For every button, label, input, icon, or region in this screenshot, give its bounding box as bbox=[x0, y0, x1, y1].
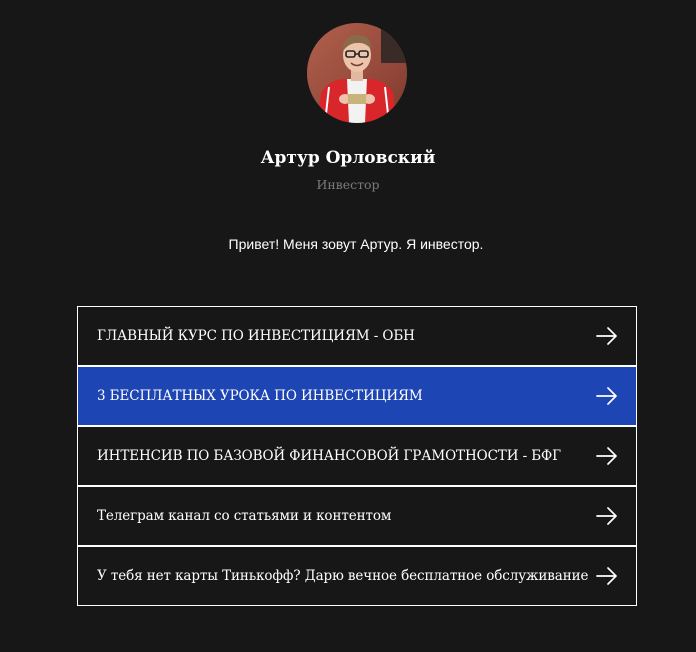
avatar bbox=[307, 23, 407, 123]
profile-name: Артур Орловский bbox=[260, 148, 436, 168]
profile-bio: Привет! Меня зовут Артур. Я инвестор. bbox=[228, 236, 484, 252]
link-label: ГЛАВНЫЙ КУРС ПО ИНВЕСТИЦИЯМ - ОБН bbox=[97, 328, 415, 344]
profile-role: Инвестор bbox=[316, 177, 380, 192]
link-main-course[interactable]: ГЛАВНЫЙ КУРС ПО ИНВЕСТИЦИЯМ - ОБН bbox=[77, 306, 637, 366]
arrow-right-icon bbox=[596, 447, 617, 465]
profile-page: Артур Орловский Инвестор Привет! Меня зо… bbox=[0, 0, 696, 652]
arrow-right-icon bbox=[596, 327, 617, 345]
link-label: ИНТЕНСИВ ПО БАЗОВОЙ ФИНАНСОВОЙ ГРАМОТНОС… bbox=[97, 448, 561, 464]
link-label: У тебя нет карты Тинькофф? Дарю вечное б… bbox=[97, 568, 589, 584]
link-telegram-channel[interactable]: Телеграм канал со статьями и контентом bbox=[77, 486, 637, 546]
links-list: ГЛАВНЫЙ КУРС ПО ИНВЕСТИЦИЯМ - ОБН 3 БЕСП… bbox=[77, 306, 637, 606]
arrow-right-icon bbox=[596, 507, 617, 525]
arrow-right-icon bbox=[596, 387, 617, 405]
arrow-right-icon bbox=[596, 567, 617, 585]
link-label: 3 БЕСПЛАТНЫХ УРОКА ПО ИНВЕСТИЦИЯМ bbox=[97, 388, 423, 404]
link-free-lessons[interactable]: 3 БЕСПЛАТНЫХ УРОКА ПО ИНВЕСТИЦИЯМ bbox=[77, 366, 637, 426]
profile-photo bbox=[307, 23, 407, 123]
link-tinkoff-card[interactable]: У тебя нет карты Тинькофф? Дарю вечное б… bbox=[77, 546, 637, 606]
link-label: Телеграм канал со статьями и контентом bbox=[97, 508, 392, 524]
link-intensive-bfg[interactable]: ИНТЕНСИВ ПО БАЗОВОЙ ФИНАНСОВОЙ ГРАМОТНОС… bbox=[77, 426, 637, 486]
